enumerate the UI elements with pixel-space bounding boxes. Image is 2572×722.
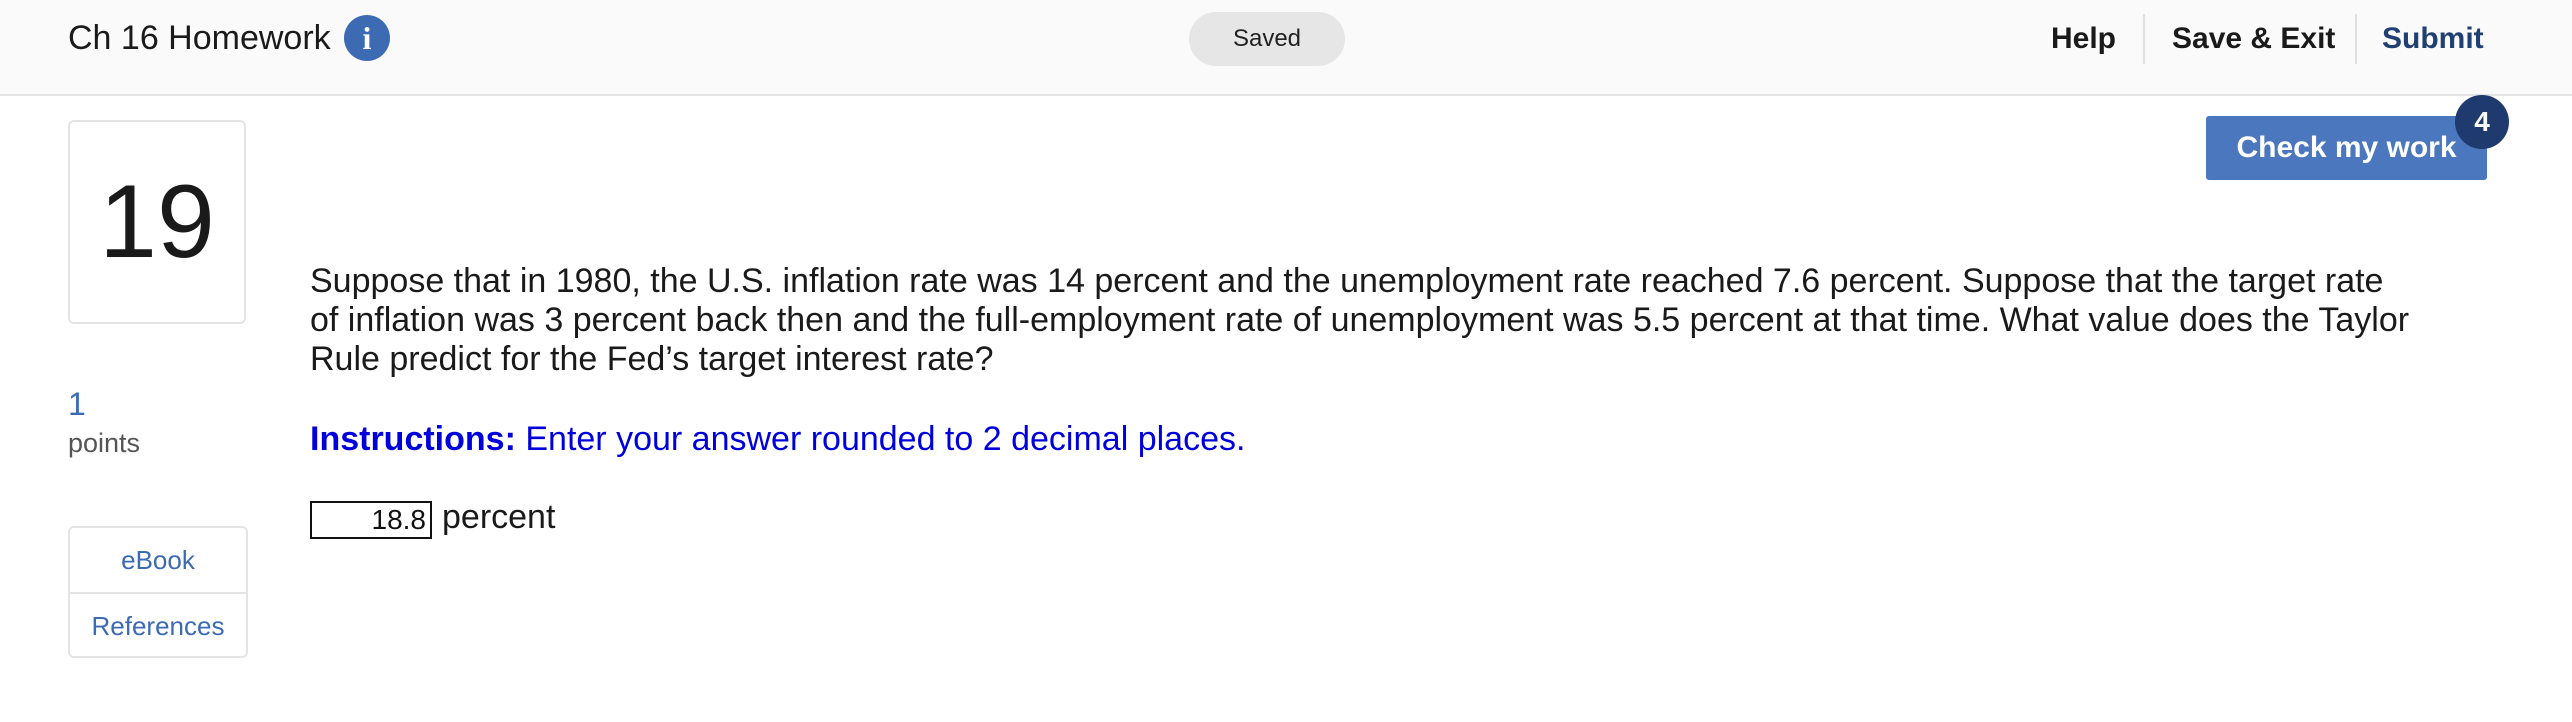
points-value: 1 (68, 386, 86, 422)
instructions-text: Enter your answer rounded to 2 decimal p… (525, 420, 1246, 458)
submit-link[interactable]: Submit (2382, 18, 2484, 60)
instructions-label: Instructions: (310, 420, 516, 458)
nav-divider (2355, 14, 2357, 64)
info-icon[interactable]: i (344, 15, 390, 61)
answer-input[interactable] (310, 501, 432, 539)
nav-divider (2143, 14, 2145, 64)
check-my-work-button[interactable]: Check my work (2206, 116, 2487, 180)
references-link[interactable]: References (70, 594, 246, 658)
assignment-title: Ch 16 Homework (68, 19, 331, 57)
save-exit-link[interactable]: Save & Exit (2172, 18, 2335, 60)
help-link[interactable]: Help (2051, 18, 2116, 60)
attempts-remaining-badge: 4 (2455, 95, 2509, 149)
save-status-badge: Saved (1189, 12, 1345, 66)
instructions: Instructions: Enter your answer rounded … (310, 418, 1245, 460)
resources-panel: eBook References (68, 526, 248, 658)
question-number: 19 (68, 120, 246, 324)
question-prompt: Suppose that in 1980, the U.S. inflation… (310, 262, 2410, 378)
answer-unit-label: percent (442, 498, 556, 536)
ebook-link[interactable]: eBook (70, 528, 246, 592)
top-bar: Ch 16 Homework i Saved Help Save & Exit … (0, 0, 2572, 96)
points-label: points (68, 428, 141, 458)
